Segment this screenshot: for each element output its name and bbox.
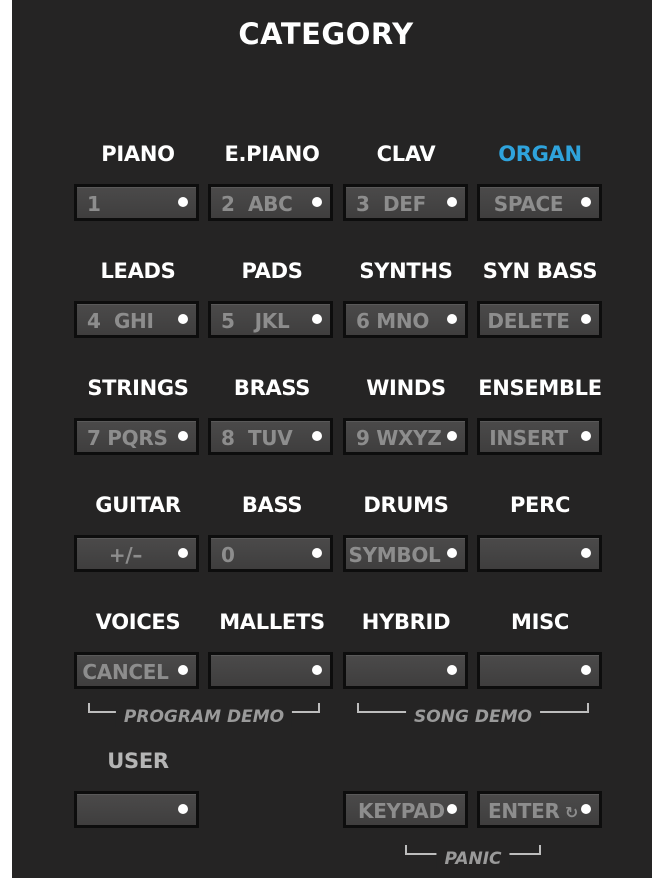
category-button-mallets[interactable] [208,652,333,689]
category-label-pads: PADS [241,259,303,283]
keypad-key-label: KEYPAD [358,799,445,823]
key-label-syn-bass: DELETE [487,309,570,333]
category-button-synths[interactable]: 6 MNO [343,301,468,338]
category-button-e-piano[interactable]: 2 ABC [208,184,333,221]
category-button-perc[interactable] [477,535,602,572]
category-label-guitar: GUITAR [95,493,181,517]
song-demo-label: SONG DEMO [406,707,540,727]
key-label-strings: 7 PQRS [87,426,168,450]
category-label-bass: BASS [241,493,303,517]
panel-title: CATEGORY [238,17,414,51]
category-label-misc: MISC [510,610,570,634]
key-label-drums: SYMBOL [348,543,441,567]
category-label-clav: CLAV [376,142,436,166]
enter-led [581,804,591,814]
led-strings [178,431,188,441]
led-leads [178,314,188,324]
led-clav [447,197,457,207]
keypad-button[interactable]: KEYPAD [343,791,468,828]
category-label-piano: PIANO [101,142,175,166]
key-label-leads: 4 GHI [87,309,154,333]
led-mallets [312,665,322,675]
led-piano [178,197,188,207]
category-button-voices[interactable]: CANCEL [74,652,199,689]
category-label-drums: DRUMS [363,493,449,517]
panic-label: PANIC [436,849,510,869]
song-demo-group: SONG DEMO [357,703,589,731]
category-label-syn-bass: SYN BASS [482,259,598,283]
user-label: USER [107,749,169,773]
user-button[interactable] [74,791,199,828]
key-label-brass: 8 TUV [221,426,293,450]
led-misc [581,665,591,675]
key-label-winds: 9 WXYZ [356,426,442,450]
category-label-e-piano: E.PIANO [224,142,320,166]
led-perc [581,548,591,558]
category-label-ensemble: ENSEMBLE [478,376,602,400]
led-voices [178,665,188,675]
category-button-guitar[interactable]: +/– [74,535,199,572]
led-hybrid [447,665,457,675]
category-button-bass[interactable]: 0 [208,535,333,572]
category-label-leads: LEADS [100,259,176,283]
category-button-ensemble[interactable]: INSERT [477,418,602,455]
category-button-hybrid[interactable] [343,652,468,689]
program-demo-label: PROGRAM DEMO [115,707,293,727]
category-button-piano[interactable]: 1 [74,184,199,221]
key-label-clav: 3 DEF [356,192,426,216]
key-label-pads: 5 JKL [221,309,290,333]
program-demo-group: PROGRAM DEMO [88,703,320,731]
category-label-hybrid: HYBRID [361,610,451,634]
category-button-winds[interactable]: 9 WXYZ [343,418,468,455]
key-label-piano: 1 [87,192,101,216]
keypad-led [447,804,457,814]
key-label-synths: 6 MNO [356,309,430,333]
key-label-ensemble: INSERT [489,426,568,450]
category-label-winds: WINDS [366,376,446,400]
led-bass [312,548,322,558]
led-synths [447,314,457,324]
category-button-drums[interactable]: SYMBOL [343,535,468,572]
led-organ [581,197,591,207]
category-label-organ: ORGAN [498,142,582,166]
category-label-strings: STRINGS [87,376,189,400]
led-syn-bass [581,314,591,324]
category-button-organ[interactable]: SPACE [477,184,602,221]
refresh-icon: ↻ [559,803,578,822]
enter-key-label: ENTER [488,799,560,823]
key-label-guitar: +/– [108,543,143,567]
key-label-bass: 0 [221,543,235,567]
led-drums [447,548,457,558]
led-pads [312,314,322,324]
category-button-pads[interactable]: 5 JKL [208,301,333,338]
key-label-organ: SPACE [493,192,564,216]
category-button-syn-bass[interactable]: DELETE [477,301,602,338]
category-button-brass[interactable]: 8 TUV [208,418,333,455]
category-button-strings[interactable]: 7 PQRS [74,418,199,455]
led-brass [312,431,322,441]
category-label-voices: VOICES [95,610,181,634]
category-button-clav[interactable]: 3 DEF [343,184,468,221]
key-label-voices: CANCEL [82,660,169,684]
category-label-perc: PERC [509,493,571,517]
led-ensemble [581,431,591,441]
category-label-brass: BRASS [233,376,311,400]
enter-key: ENTER ↻ [488,799,578,823]
led-e-piano [312,197,322,207]
enter-button[interactable]: ENTER ↻ [477,791,602,828]
category-label-mallets: MALLETS [219,610,325,634]
led-winds [447,431,457,441]
key-label-e-piano: 2 ABC [221,192,293,216]
led-guitar [178,548,188,558]
category-label-synths: SYNTHS [359,259,453,283]
panic-group: PANIC [405,845,541,873]
category-button-leads[interactable]: 4 GHI [74,301,199,338]
user-led [178,804,188,814]
category-button-misc[interactable] [477,652,602,689]
